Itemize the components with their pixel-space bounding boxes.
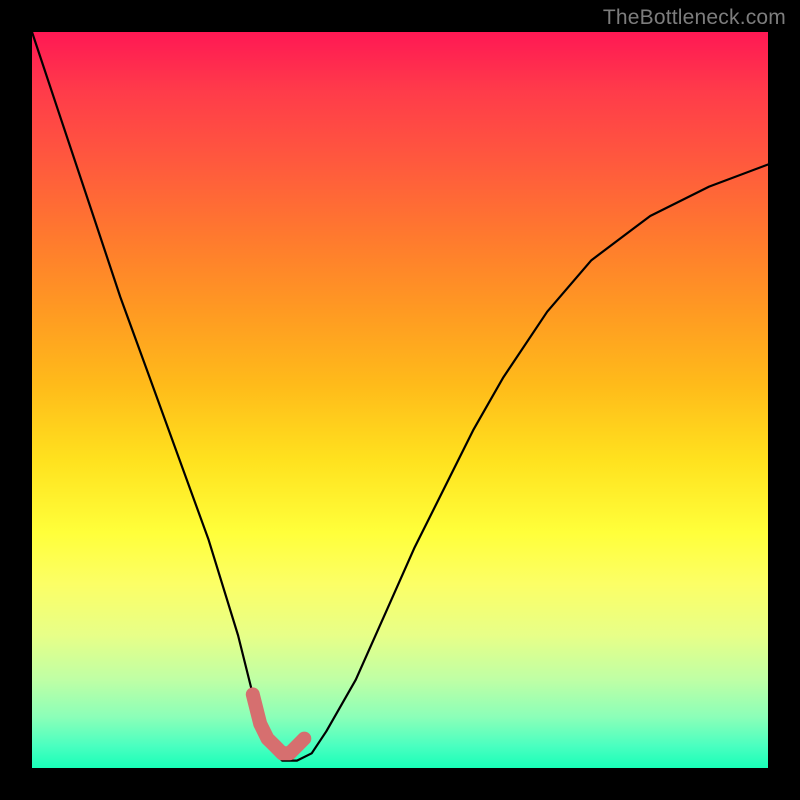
chart-stage: TheBottleneck.com [0,0,800,800]
chart-svg [32,32,768,768]
bottleneck-curve-line [32,32,768,761]
plot-area [32,32,768,768]
highlight-segment-line [253,694,304,753]
watermark-text: TheBottleneck.com [603,6,786,30]
